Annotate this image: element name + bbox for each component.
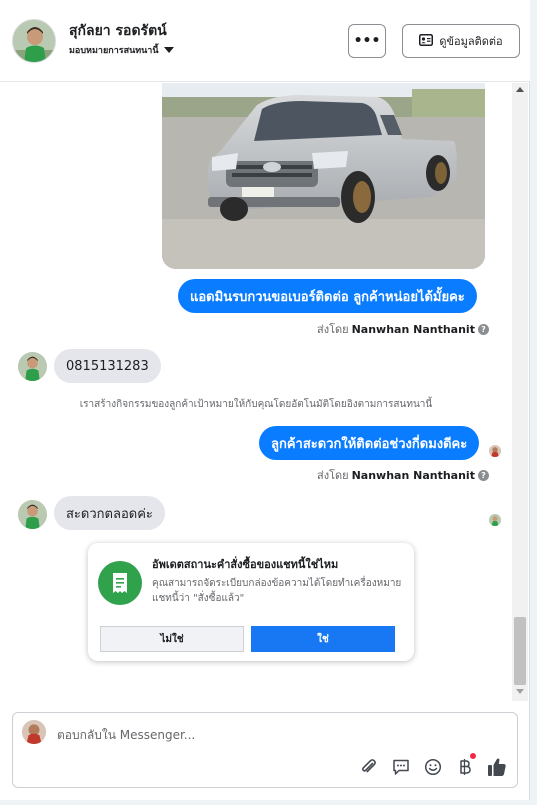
sent-by-label: ส่งโดย Nanwhan Nanthanit ? bbox=[317, 466, 489, 484]
yes-button-label: ใช่ bbox=[317, 633, 329, 645]
notification-dot bbox=[470, 753, 476, 759]
outgoing-message[interactable]: ลูกค้าสะดวกให้ติดต่อช่วงกี่ดมงดีคะ bbox=[259, 426, 480, 460]
conversation-panel: สุกัลยา รอดรัตน์ มอบหมายการสนทนานี้ ••• … bbox=[0, 0, 530, 800]
incoming-message[interactable]: 0815131283 bbox=[54, 349, 161, 383]
contact-avatar-small[interactable] bbox=[18, 500, 47, 529]
emoji-icon[interactable] bbox=[423, 757, 443, 777]
prompt-description: คุณสามารถจัดระเบียบกล่องข้อความได้โดยทำเ… bbox=[152, 578, 402, 604]
message-text: 0815131283 bbox=[66, 358, 149, 374]
no-button-label: ไม่ใช่ bbox=[160, 633, 184, 645]
caret-down-icon bbox=[163, 47, 174, 53]
seen-receipt-avatar bbox=[489, 445, 501, 457]
thread-scrollbar[interactable] bbox=[512, 83, 528, 701]
page-avatar bbox=[22, 720, 46, 744]
incoming-message[interactable]: สะดวกตลอดค่ะ bbox=[54, 496, 165, 530]
contact-avatar[interactable] bbox=[12, 19, 56, 63]
info-icon[interactable]: ? bbox=[477, 469, 489, 481]
scrollbar-thumb[interactable] bbox=[514, 617, 526, 685]
conversation-header: สุกัลยา รอดรัตน์ มอบหมายการสนทนานี้ ••• … bbox=[0, 0, 530, 82]
no-button[interactable]: ไม่ใช่ bbox=[100, 626, 244, 652]
assign-label: มอบหมายการสนทนานี้ bbox=[69, 46, 159, 56]
paperclip-icon[interactable] bbox=[359, 757, 379, 777]
view-contact-button[interactable]: ดูข้อมูลติดต่อ bbox=[402, 24, 520, 58]
yes-button[interactable]: ใช่ bbox=[251, 626, 395, 652]
baht-payment-icon[interactable] bbox=[455, 757, 475, 777]
message-text: แอดมินรบกวนขอเบอร์ติดต่อ ลูกค้าหน่อยได้ม… bbox=[190, 289, 465, 305]
system-activity-note: เราสร้างกิจกรรมของลูกค้าเป้าหมายให้กับคุ… bbox=[79, 399, 433, 410]
reply-composer bbox=[12, 712, 518, 788]
sender-name: Nanwhan Nanthanit bbox=[351, 322, 475, 336]
message-text: ลูกค้าสะดวกให้ติดต่อช่วงกี่ดมงดีคะ bbox=[271, 436, 468, 452]
outgoing-message[interactable]: แอดมินรบกวนขอเบอร์ติดต่อ ลูกค้าหน่อยได้ม… bbox=[178, 279, 477, 313]
sent-by-prefix: ส่งโดย bbox=[317, 323, 349, 336]
info-icon[interactable]: ? bbox=[477, 323, 489, 335]
vehicle-photo-attachment[interactable] bbox=[162, 83, 485, 269]
prompt-title: อัพเดตสถานะคำสั่งซื้อของแชทนี้ใช่ไหม bbox=[152, 558, 339, 571]
contact-name[interactable]: สุกัลยา รอดรัตน์ bbox=[69, 20, 167, 42]
more-options-button[interactable]: ••• bbox=[348, 24, 386, 58]
view-contact-label: ดูข้อมูลติดต่อ bbox=[439, 35, 503, 48]
scroll-up-arrow-icon[interactable] bbox=[516, 87, 524, 92]
reply-input[interactable] bbox=[57, 725, 457, 745]
sender-name: Nanwhan Nanthanit bbox=[351, 468, 475, 482]
order-status-prompt-card: อัพเดตสถานะคำสั่งซื้อของแชทนี้ใช่ไหม คุณ… bbox=[88, 543, 414, 661]
receipt-icon bbox=[98, 561, 142, 605]
message-text: สะดวกตลอดค่ะ bbox=[66, 506, 153, 522]
seen-receipt-avatar bbox=[489, 514, 501, 526]
saved-reply-icon[interactable] bbox=[391, 757, 411, 777]
thumbs-up-icon[interactable] bbox=[487, 757, 507, 777]
message-thread[interactable]: แอดมินรบกวนขอเบอร์ติดต่อ ลูกค้าหน่อยได้ม… bbox=[0, 83, 530, 701]
contact-avatar-small[interactable] bbox=[18, 352, 47, 381]
sent-by-prefix: ส่งโดย bbox=[317, 469, 349, 482]
scroll-down-arrow-icon[interactable] bbox=[516, 689, 524, 694]
more-options-label: ••• bbox=[353, 33, 381, 49]
assign-conversation-dropdown[interactable]: มอบหมายการสนทนานี้ bbox=[69, 43, 174, 57]
contact-card-icon bbox=[419, 33, 434, 49]
sent-by-label: ส่งโดย Nanwhan Nanthanit ? bbox=[317, 320, 489, 338]
